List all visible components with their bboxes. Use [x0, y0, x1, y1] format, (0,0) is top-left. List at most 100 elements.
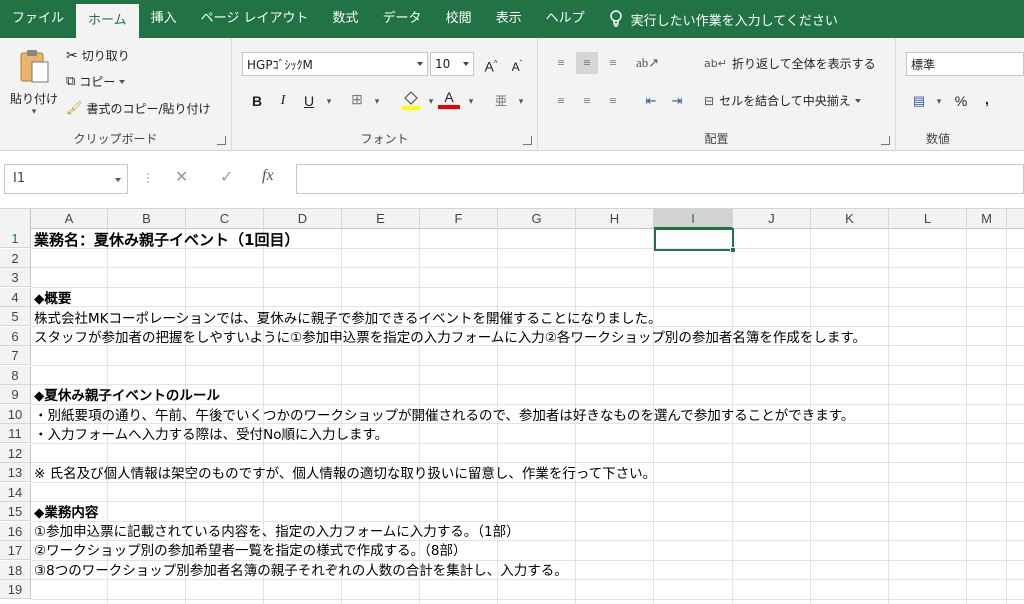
tab-insert[interactable]: 挿入 [139, 0, 189, 38]
comma-style-button[interactable]: , [976, 88, 998, 110]
percent-style-button[interactable]: % [950, 90, 972, 112]
row-header-4[interactable]: 4 [0, 287, 31, 307]
cell-a4[interactable]: ◆概要 [34, 290, 71, 309]
column-header-d[interactable]: D [264, 209, 342, 229]
column-header-k[interactable]: K [811, 209, 889, 229]
wrap-text-button[interactable]: ab↵ 折り返して全体を表示する [704, 55, 876, 72]
column-header-f[interactable]: F [420, 209, 498, 229]
font-name-select[interactable]: HGPｺﾞｼｯｸM [242, 52, 428, 76]
paste-button[interactable]: 貼り付け ▾ [8, 46, 60, 124]
italic-button[interactable]: I [272, 90, 294, 112]
tab-home[interactable]: ホーム [76, 4, 139, 38]
tab-review[interactable]: 校閲 [434, 0, 484, 38]
select-all-corner[interactable] [0, 209, 31, 229]
row-header-14[interactable]: 14 [0, 482, 31, 502]
clipboard-launcher-icon[interactable] [217, 136, 226, 145]
row-header-7[interactable]: 7 [0, 346, 31, 366]
decrease-font-size-icon[interactable]: Aˇ [506, 53, 528, 75]
row-header-10[interactable]: 10 [0, 404, 31, 424]
column-header-a[interactable]: A [31, 209, 108, 229]
row-header-2[interactable]: 2 [0, 248, 31, 268]
formula-input[interactable] [296, 164, 1024, 194]
underline-dropdown-icon[interactable]: ▾ [318, 90, 340, 112]
alignment-launcher-icon[interactable] [881, 136, 890, 145]
worksheet-grid[interactable]: ABCDEFGHIJKLM 1 2 3 4 5 6 7 8 9 10 11 12 13 14 15 16 17 1… [0, 209, 1024, 604]
column-header-e[interactable]: E [342, 209, 420, 229]
increase-font-size-icon[interactable]: A^ [480, 53, 502, 75]
column-header-m[interactable]: M [967, 209, 1007, 229]
row-header-3[interactable]: 3 [0, 268, 31, 288]
top-align-icon[interactable]: ≡ [550, 52, 572, 74]
cell-a17[interactable]: ②ワークショップ別の参加希望者一覧を指定の様式で作成する。（8部） [34, 542, 466, 561]
tab-data[interactable]: データ [371, 0, 434, 38]
cell-a1[interactable]: 業務名：夏休み親子イベント（1回目） [34, 231, 299, 250]
active-cell-cursor[interactable] [654, 228, 736, 253]
orientation-icon[interactable]: ab↗ [636, 52, 659, 74]
bottom-align-icon[interactable]: ≡ [602, 52, 624, 74]
tell-me-search[interactable]: 実行したい作業を入力してください [597, 10, 838, 29]
enter-icon[interactable]: ✓ [220, 167, 233, 186]
row-header-19[interactable]: 19 [0, 580, 31, 600]
borders-icon[interactable]: ⊞ [346, 90, 368, 112]
fill-color-icon[interactable] [400, 88, 422, 110]
column-header-g[interactable]: G [498, 209, 576, 229]
phonetic-dropdown-icon[interactable]: ▾ [510, 90, 532, 112]
font-launcher-icon[interactable] [523, 136, 532, 145]
row-header-6[interactable]: 6 [0, 326, 31, 346]
merge-center-button[interactable]: ⊟ セルを結合して中央揃え [704, 92, 861, 109]
cancel-icon[interactable]: ✕ [175, 167, 188, 186]
cell-a11[interactable]: ・入力フォームへ入力する際は、受付No順に入力します。 [34, 426, 388, 445]
insert-function-icon[interactable]: fx [262, 167, 274, 185]
align-right-icon[interactable]: ≡ [602, 90, 624, 112]
font-size-select[interactable]: 10 [430, 52, 474, 76]
cell-a16[interactable]: ①参加申込票に記載されている内容を、指定の入力フォームに入力する。（1部） [34, 523, 520, 542]
paste-dropdown-icon[interactable]: ▾ [8, 107, 60, 117]
row-header-12[interactable]: 12 [0, 443, 31, 463]
middle-align-icon[interactable]: ≡ [576, 52, 598, 74]
currency-dropdown-icon[interactable]: ▾ [928, 90, 950, 112]
underline-button[interactable]: U [298, 90, 320, 112]
row-header-15[interactable]: 15 [0, 502, 31, 522]
row-header-1[interactable]: 1 [0, 229, 31, 249]
column-header-c[interactable]: C [186, 209, 264, 229]
currency-format-icon[interactable]: ▤ [908, 90, 930, 112]
number-format-select[interactable]: 標準 [906, 52, 1024, 76]
row-header-17[interactable]: 17 [0, 541, 31, 561]
row-header-18[interactable]: 18 [0, 560, 31, 580]
cut-button[interactable]: ✂ 切り取り [66, 47, 130, 64]
column-header-i[interactable]: I [654, 209, 733, 229]
row-header-5[interactable]: 5 [0, 307, 31, 327]
cell-a13[interactable]: ※ 氏名及び個人情報は架空のものですが、個人情報の適切な取り扱いに留意し、作業を… [34, 465, 656, 484]
row-header-16[interactable]: 16 [0, 521, 31, 541]
font-color-icon[interactable]: A [438, 86, 460, 109]
tab-view[interactable]: 表示 [484, 0, 534, 38]
decrease-indent-icon[interactable]: ⇤ [640, 90, 662, 112]
tab-formulas[interactable]: 数式 [321, 0, 371, 38]
tab-help[interactable]: ヘルプ [534, 0, 597, 38]
column-header-l[interactable]: L [889, 209, 967, 229]
align-center-icon[interactable]: ≡ [576, 90, 598, 112]
tab-page-layout[interactable]: ページ レイアウト [189, 0, 321, 38]
row-header-13[interactable]: 13 [0, 463, 31, 483]
increase-indent-icon[interactable]: ⇥ [666, 90, 688, 112]
cell-a9[interactable]: ◆夏休み親子イベントのルール [34, 387, 220, 406]
column-header-b[interactable]: B [108, 209, 186, 229]
name-box[interactable]: I1 [4, 164, 128, 194]
align-left-icon[interactable]: ≡ [550, 90, 572, 112]
column-header-h[interactable]: H [576, 209, 654, 229]
cell-a5[interactable]: 株式会社MKコーポレーションでは、夏休みに親子で参加できるイベントを開催すること… [34, 310, 661, 329]
row-header-9[interactable]: 9 [0, 385, 31, 405]
borders-dropdown-icon[interactable]: ▾ [366, 90, 388, 112]
cell-a6[interactable]: スタッフが参加者の把握をしやすいように①参加申込票を指定の入力フォームに入力②各… [34, 329, 866, 348]
column-header-j[interactable]: J [733, 209, 811, 229]
phonetic-icon[interactable]: 亜 [490, 90, 512, 112]
cell-a10[interactable]: ・別紙要項の通り、午前、午後でいくつかのワークショップが開催されるので、参加者は… [34, 407, 854, 426]
row-header-11[interactable]: 11 [0, 424, 31, 444]
fill-handle[interactable] [730, 247, 736, 253]
format-painter-button[interactable]: 🖌 書式のコピー/貼り付け [66, 100, 211, 117]
row-header-8[interactable]: 8 [0, 365, 31, 385]
cell-a15[interactable]: ◆業務内容 [34, 504, 98, 523]
name-box-dropdown-icon[interactable] [115, 178, 121, 182]
copy-button[interactable]: ⧉ コピー [66, 73, 126, 90]
font-color-dropdown-icon[interactable]: ▾ [460, 90, 482, 112]
